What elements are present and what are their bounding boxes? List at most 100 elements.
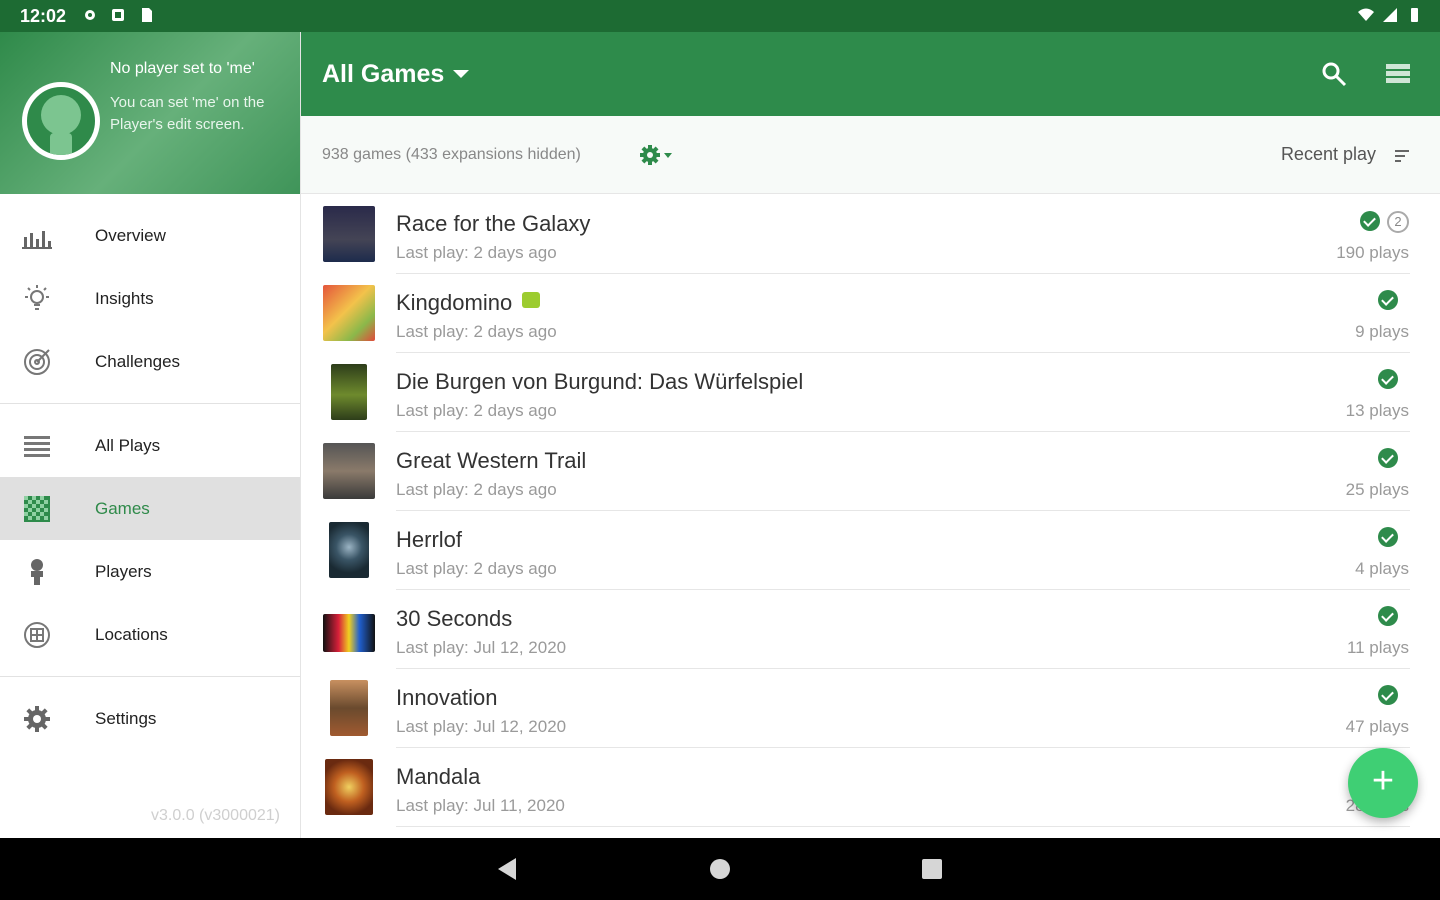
settings-notification-icon: [85, 10, 95, 20]
game-name: Kingdomino: [396, 290, 541, 316]
list-item[interactable]: Great Western Trail Last play: 2 days ag…: [301, 432, 1440, 511]
nav-item-label: Insights: [95, 288, 154, 308]
target-icon: [24, 349, 50, 375]
navigation-drawer: No player set to 'me' You can set 'me' o…: [0, 32, 301, 838]
game-play-count: 190 plays: [1336, 243, 1409, 262]
wifi-icon: [1358, 8, 1374, 21]
search-icon[interactable]: [1320, 60, 1348, 88]
nav-divider: [0, 676, 300, 677]
game-thumbnail: [331, 364, 367, 420]
location-icon: [24, 622, 50, 648]
owned-check-icon: [1378, 527, 1398, 547]
owned-check-icon: [1378, 369, 1398, 389]
plus-icon: +: [1371, 760, 1395, 802]
chevron-down-icon[interactable]: [453, 70, 469, 78]
nav-item-challenges[interactable]: Challenges: [0, 330, 300, 393]
expansion-icon: [522, 292, 541, 308]
list-item[interactable]: Die Burgen von Burgund: Das Würfelspiel …: [301, 353, 1440, 432]
nav-item-all-plays[interactable]: All Plays: [0, 414, 300, 477]
nav-item-settings[interactable]: Settings: [0, 687, 300, 750]
player-count-badge: 2: [1387, 211, 1409, 233]
game-last-play: Last play: 2 days ago: [396, 401, 557, 420]
filter-bar: 938 games (433 expansions hidden) Recent…: [301, 116, 1440, 194]
game-play-count: 25 plays: [1345, 480, 1409, 499]
game-play-count: 9 plays: [1355, 322, 1409, 341]
game-last-play: Last play: Jul 11, 2020: [396, 796, 565, 815]
list-item[interactable]: Kingdomino Last play: 2 days ago 9 plays: [301, 274, 1440, 353]
nav-item-label: Players: [95, 561, 152, 581]
drawer-header-title: No player set to 'me': [110, 60, 255, 77]
game-play-count: 13 plays: [1345, 401, 1409, 420]
game-last-play: Last play: 2 days ago: [396, 322, 557, 341]
game-name: Race for the Galaxy: [396, 211, 591, 236]
nav-item-games[interactable]: Games: [0, 477, 300, 540]
owned-check-icon: [1378, 448, 1398, 468]
game-last-play: Last play: Jul 12, 2020: [396, 717, 567, 736]
nav-item-label: Overview: [95, 225, 166, 245]
home-icon[interactable]: [710, 859, 730, 879]
system-nav-bar: [0, 838, 1440, 900]
board-game-icon: [24, 496, 50, 522]
signal-icon: [1383, 8, 1397, 22]
status-bar: 12:02: [0, 0, 1440, 32]
app-bar: All Games: [301, 32, 1440, 116]
sort-icon[interactable]: [1394, 148, 1410, 164]
nav-item-label: Challenges: [95, 351, 181, 371]
nav-item-label: Settings: [95, 708, 157, 728]
nav-item-insights[interactable]: Insights: [0, 267, 300, 330]
sd-card-icon: [142, 8, 152, 22]
game-name: Herrlof: [396, 527, 463, 552]
nav-item-overview[interactable]: Overview: [0, 204, 300, 267]
owned-check-icon: [1378, 685, 1398, 705]
bar-chart-icon: [22, 231, 52, 249]
nav-item-players[interactable]: Players: [0, 540, 300, 603]
view-mode-icon[interactable]: [1384, 60, 1412, 88]
owned-check-icon: [1378, 290, 1398, 310]
game-last-play: Last play: 2 days ago: [396, 480, 557, 499]
nav-item-label: All Plays: [95, 435, 161, 455]
game-thumbnail: [325, 759, 373, 815]
game-play-count: 47 plays: [1345, 717, 1409, 736]
list-icon: [24, 436, 50, 457]
game-last-play: Last play: 2 days ago: [396, 559, 557, 578]
avatar[interactable]: [22, 82, 100, 160]
list-item[interactable]: 30 Seconds Last play: Jul 12, 2020 11 pl…: [301, 590, 1440, 669]
game-thumbnail: [323, 614, 375, 652]
drawer-header-subtitle: You can set 'me' on the Player's edit sc…: [110, 94, 265, 133]
collection-dropdown[interactable]: All Games: [322, 60, 444, 89]
owned-check-icon: [1360, 211, 1380, 231]
nav-divider: [0, 403, 300, 404]
filter-settings-icon[interactable]: [639, 144, 675, 166]
drawer-header[interactable]: No player set to 'me' You can set 'me' o…: [0, 32, 300, 194]
game-name: Innovation: [396, 685, 498, 710]
game-thumbnail: [323, 206, 375, 262]
nav-item-label: Locations: [95, 624, 168, 644]
game-last-play: Last play: Jul 12, 2020: [396, 638, 567, 657]
person-icon: [31, 559, 43, 585]
game-thumbnail: [323, 285, 375, 341]
battery-icon: [1411, 8, 1418, 22]
list-item[interactable]: Mandala Last play: Jul 11, 2020 28 plays: [301, 748, 1440, 827]
game-play-count: 11 plays: [1346, 638, 1409, 657]
status-time: 12:02: [20, 6, 67, 26]
game-name: Great Western Trail: [396, 448, 587, 473]
game-name: Mandala: [396, 764, 481, 789]
game-thumbnail: [329, 522, 369, 578]
game-name: 30 Seconds: [396, 606, 513, 631]
game-play-count: 4 plays: [1355, 559, 1409, 578]
owned-check-icon: [1378, 606, 1398, 626]
list-item[interactable]: Herrlof Last play: 2 days ago 4 plays: [301, 511, 1440, 590]
game-thumbnail: [330, 680, 368, 736]
list-item[interactable]: Race for the Galaxy Last play: 2 days ag…: [301, 195, 1440, 274]
lightbulb-icon: [25, 285, 49, 310]
nav-item-locations[interactable]: Locations: [0, 603, 300, 666]
list-item[interactable]: Innovation Last play: Jul 12, 2020 47 pl…: [301, 669, 1440, 748]
game-name: Die Burgen von Burgund: Das Würfelspiel: [396, 369, 804, 394]
back-icon[interactable]: [498, 858, 516, 880]
sort-dropdown[interactable]: Recent play: [1281, 144, 1376, 165]
recents-icon[interactable]: [922, 859, 942, 879]
add-play-button[interactable]: +: [1348, 748, 1418, 818]
game-last-play: Last play: 2 days ago: [396, 243, 557, 262]
nav-item-label: Games: [95, 498, 150, 518]
app-version: v3.0.0 (v3000021): [151, 807, 280, 824]
